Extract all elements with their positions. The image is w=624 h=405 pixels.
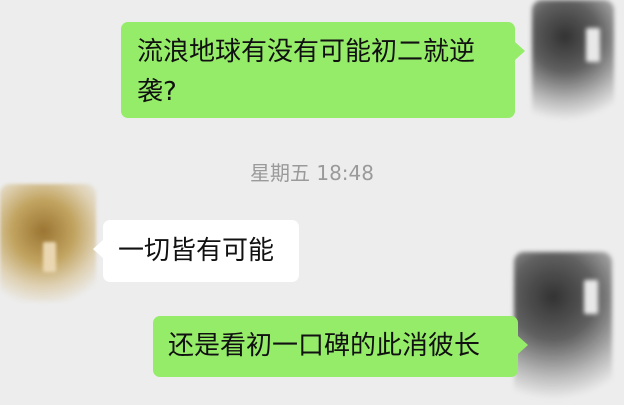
chat-thread: 流浪地球有没有可能初二就逆袭? 星期五 18:48 一切皆有可能 还是看初一口碑… [0,0,624,405]
self-avatar[interactable] [532,0,614,122]
other-avatar[interactable] [0,184,96,302]
other-message-bubble-1[interactable]: 一切皆有可能 [93,220,299,282]
self-message-text-1: 流浪地球有没有可能初二就逆袭? [137,37,476,107]
self-avatar-2[interactable] [514,252,612,402]
self-message-bubble-2[interactable]: 还是看初一口碑的此消彼长 [153,316,528,377]
self-message-bubble-1[interactable]: 流浪地球有没有可能初二就逆袭? [121,22,525,118]
other-message-text-1: 一切皆有可能 [118,236,275,266]
message-timestamp: 星期五 18:48 [250,161,374,185]
self-message-text-2: 还是看初一口碑的此消彼长 [168,331,481,361]
